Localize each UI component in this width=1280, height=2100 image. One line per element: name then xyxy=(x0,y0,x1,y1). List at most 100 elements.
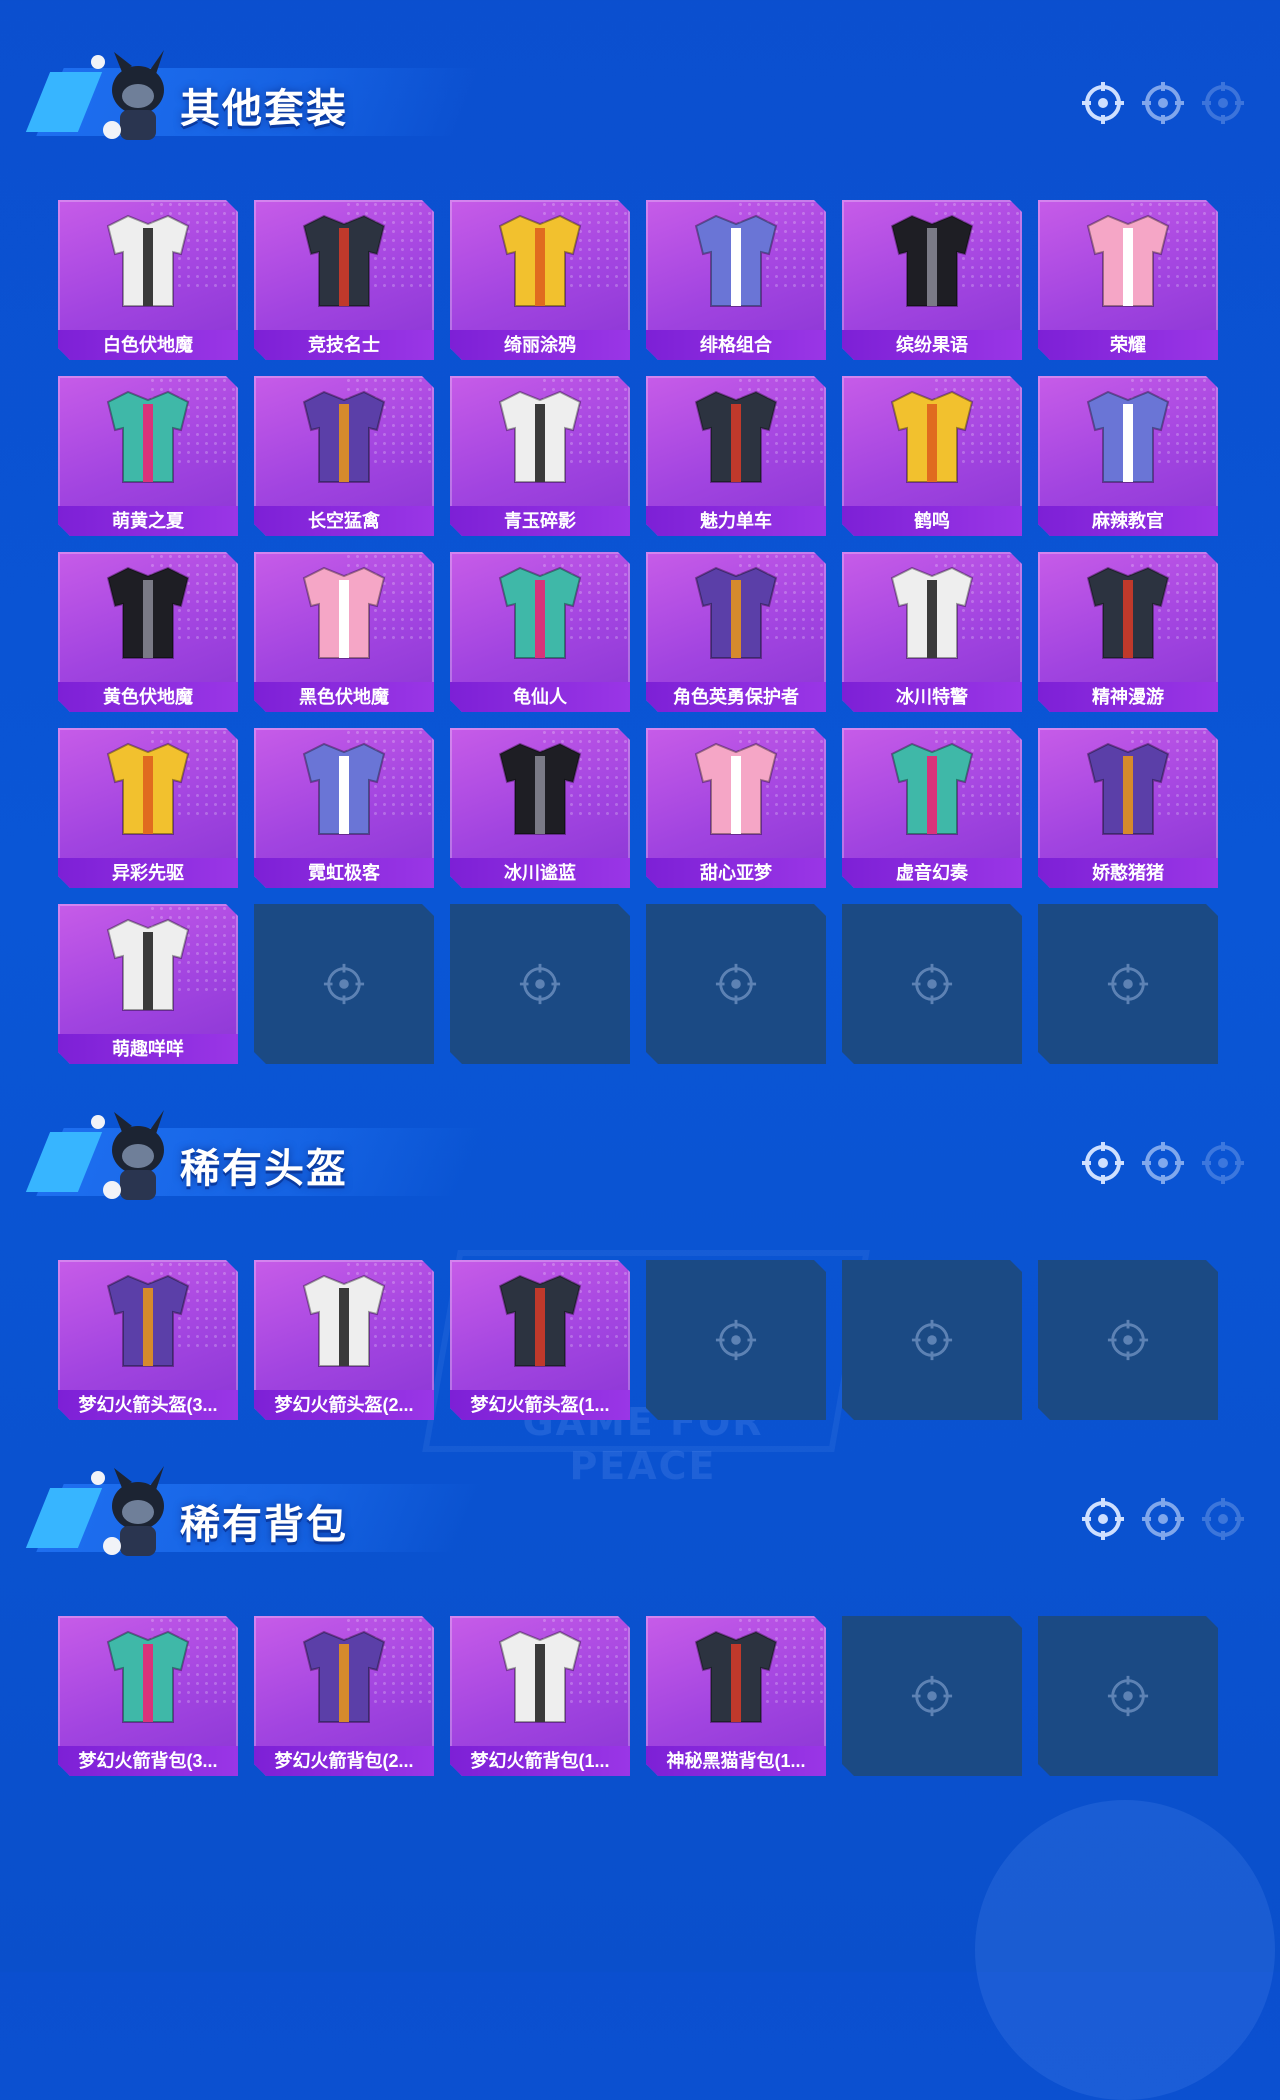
section-title: 稀有背包 xyxy=(180,1502,348,1548)
crosshair-icon xyxy=(1082,82,1124,124)
item-card[interactable]: 梦幻火箭头盔(1... xyxy=(450,1260,630,1420)
item-name: 梦幻火箭头盔(1... xyxy=(450,1390,630,1420)
item-image xyxy=(661,382,811,500)
item-card[interactable]: 魅力单车 xyxy=(646,376,826,536)
crosshair-icon xyxy=(1106,1674,1150,1718)
section-decoration xyxy=(1080,1140,1246,1186)
crosshair-icon xyxy=(1106,1318,1150,1362)
item-card[interactable]: 梦幻火箭背包(3... xyxy=(58,1616,238,1776)
section-title: 稀有头盔 xyxy=(180,1146,348,1192)
empty-slot xyxy=(1038,1260,1218,1420)
item-card[interactable]: 缤纷果语 xyxy=(842,200,1022,360)
item-image xyxy=(857,382,1007,500)
item-name: 神秘黑猫背包(1... xyxy=(646,1746,826,1776)
item-image xyxy=(661,206,811,324)
crosshair-icon xyxy=(1202,82,1244,124)
crosshair-icon xyxy=(518,962,562,1006)
item-image xyxy=(73,1622,223,1740)
section-decoration xyxy=(1080,80,1246,126)
item-name: 竞技名士 xyxy=(254,330,434,360)
item-card[interactable]: 萌趣咩咩 xyxy=(58,904,238,1064)
crosshair-icon xyxy=(1082,1498,1124,1540)
background-sphere xyxy=(975,1800,1275,2100)
empty-slot xyxy=(1038,1616,1218,1776)
item-name: 冰川谧蓝 xyxy=(450,858,630,888)
crosshair-icon xyxy=(1142,82,1184,124)
item-card[interactable]: 竞技名士 xyxy=(254,200,434,360)
crosshair-icon xyxy=(322,962,366,1006)
empty-slot xyxy=(646,1260,826,1420)
item-card[interactable]: 白色伏地魔 xyxy=(58,200,238,360)
crosshair-icon xyxy=(1082,1142,1124,1184)
item-card[interactable]: 荣耀 xyxy=(1038,200,1218,360)
item-card[interactable]: 鹤鸣 xyxy=(842,376,1022,536)
item-name: 缤纷果语 xyxy=(842,330,1022,360)
item-image xyxy=(661,1622,811,1740)
item-card[interactable]: 异彩先驱 xyxy=(58,728,238,888)
item-grid: 梦幻火箭背包(3... 梦幻火箭背包(2... 梦幻火箭背包(1... 神秘黑猫背包(… xyxy=(58,1616,1218,1776)
crosshair-icon xyxy=(910,1318,954,1362)
item-card[interactable]: 梦幻火箭背包(2... xyxy=(254,1616,434,1776)
item-grid: 白色伏地魔 竞技名士 绮丽涂鸦 绯格组合 缤纷果语 荣耀萌黄之夏 长空猛禽 青玉碎影 魅力单车鹤… xyxy=(58,200,1218,1064)
item-name: 精神漫游 xyxy=(1038,682,1218,712)
item-card[interactable]: 长空猛禽 xyxy=(254,376,434,536)
crosshair-icon xyxy=(910,1674,954,1718)
item-image xyxy=(73,206,223,324)
item-card[interactable]: 绮丽涂鸦 xyxy=(450,200,630,360)
item-image xyxy=(465,382,615,500)
section-banner: 稀有头盔 xyxy=(25,1104,484,1214)
item-card[interactable]: 虚音幻奏 xyxy=(842,728,1022,888)
item-image xyxy=(465,1266,615,1384)
item-name: 甜心亚梦 xyxy=(646,858,826,888)
item-image xyxy=(1053,206,1203,324)
crosshair-icon xyxy=(1106,962,1150,1006)
item-card[interactable]: 龟仙人 xyxy=(450,552,630,712)
item-image xyxy=(73,1266,223,1384)
crosshair-icon xyxy=(1202,1498,1244,1540)
item-card[interactable]: 梦幻火箭头盔(2... xyxy=(254,1260,434,1420)
item-card[interactable]: 角色英勇保护者 xyxy=(646,552,826,712)
item-image xyxy=(269,1622,419,1740)
item-name: 龟仙人 xyxy=(450,682,630,712)
item-image xyxy=(465,1622,615,1740)
item-name: 梦幻火箭背包(1... xyxy=(450,1746,630,1776)
item-card[interactable]: 甜心亚梦 xyxy=(646,728,826,888)
item-name: 梦幻火箭头盔(3... xyxy=(58,1390,238,1420)
item-card[interactable]: 梦幻火箭背包(1... xyxy=(450,1616,630,1776)
item-name: 冰川特警 xyxy=(842,682,1022,712)
item-image xyxy=(661,734,811,852)
item-image xyxy=(269,558,419,676)
item-image xyxy=(1053,382,1203,500)
item-card[interactable]: 霓虹极客 xyxy=(254,728,434,888)
item-name: 绮丽涂鸦 xyxy=(450,330,630,360)
item-card[interactable]: 娇憨猪猪 xyxy=(1038,728,1218,888)
item-card[interactable]: 冰川谧蓝 xyxy=(450,728,630,888)
item-card[interactable]: 青玉碎影 xyxy=(450,376,630,536)
item-image xyxy=(73,734,223,852)
item-card[interactable]: 绯格组合 xyxy=(646,200,826,360)
crosshair-icon xyxy=(714,962,758,1006)
item-name: 绯格组合 xyxy=(646,330,826,360)
empty-slot xyxy=(254,904,434,1064)
item-card[interactable]: 神秘黑猫背包(1... xyxy=(646,1616,826,1776)
item-name: 黄色伏地魔 xyxy=(58,682,238,712)
item-name: 魅力单车 xyxy=(646,506,826,536)
item-card[interactable]: 萌黄之夏 xyxy=(58,376,238,536)
crosshair-icon xyxy=(910,962,954,1006)
item-image xyxy=(1053,558,1203,676)
empty-slot xyxy=(450,904,630,1064)
item-name: 梦幻火箭头盔(2... xyxy=(254,1390,434,1420)
item-card[interactable]: 黄色伏地魔 xyxy=(58,552,238,712)
item-image xyxy=(269,206,419,324)
item-image xyxy=(269,734,419,852)
item-card[interactable]: 精神漫游 xyxy=(1038,552,1218,712)
item-card[interactable]: 麻辣教官 xyxy=(1038,376,1218,536)
item-card[interactable]: 梦幻火箭头盔(3... xyxy=(58,1260,238,1420)
item-card[interactable]: 黑色伏地魔 xyxy=(254,552,434,712)
item-name: 黑色伏地魔 xyxy=(254,682,434,712)
item-image xyxy=(269,1266,419,1384)
item-name: 角色英勇保护者 xyxy=(646,682,826,712)
item-card[interactable]: 冰川特警 xyxy=(842,552,1022,712)
item-image xyxy=(465,558,615,676)
crosshair-icon xyxy=(714,1318,758,1362)
